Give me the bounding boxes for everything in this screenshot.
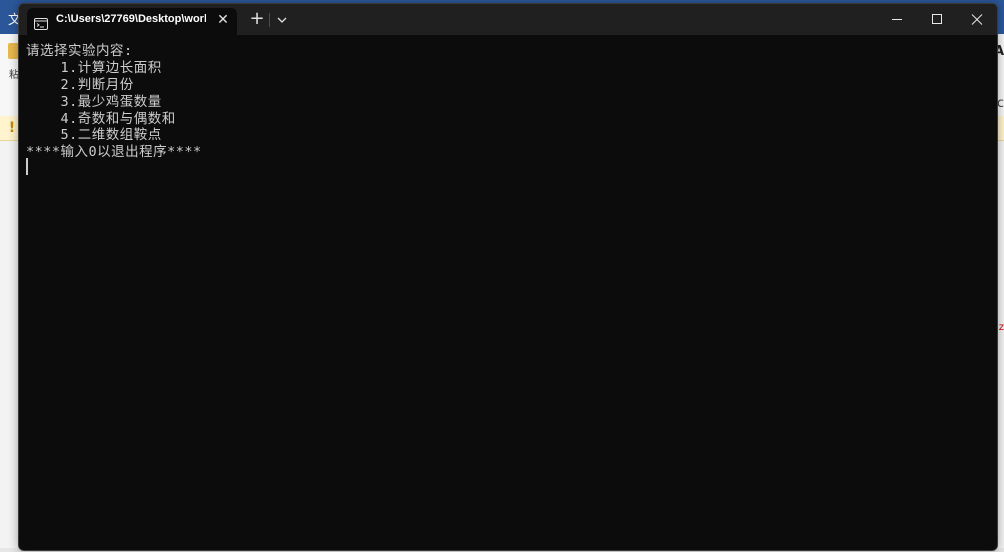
- terminal-window[interactable]: C:\Users\27769\Desktop\worl ✕ + 请选择实验内容:…: [18, 3, 998, 551]
- console-line-prompt: 请选择实验内容:: [26, 43, 133, 59]
- console-line-option-1: 1.计算边长面积: [26, 60, 162, 76]
- background-right-glyph-z: z: [998, 322, 1004, 333]
- console-line-option-5: 5.二维数组鞍点: [26, 127, 162, 143]
- console-output[interactable]: 请选择实验内容: 1.计算边长面积 2.判断月份 3.最少鸡蛋数量 4.奇数和与…: [19, 35, 997, 550]
- terminal-tab[interactable]: C:\Users\27769\Desktop\worl ✕: [27, 8, 237, 35]
- console-line-option-3: 3.最少鸡蛋数量: [26, 94, 162, 110]
- close-tab-icon[interactable]: ✕: [213, 10, 233, 30]
- minimize-button[interactable]: [877, 4, 917, 35]
- terminal-titlebar[interactable]: C:\Users\27769\Desktop\worl ✕ +: [19, 4, 997, 35]
- maximize-button[interactable]: [917, 4, 957, 35]
- console-line-option-2: 2.判断月份: [26, 77, 134, 93]
- close-window-button[interactable]: [957, 4, 997, 35]
- console-line-option-4: 4.奇数和与偶数和: [26, 111, 176, 127]
- chevron-down-icon[interactable]: [270, 8, 294, 32]
- tab-title: C:\Users\27769\Desktop\worl: [56, 13, 206, 25]
- text-cursor: [26, 158, 28, 175]
- new-tab-button[interactable]: +: [245, 8, 269, 32]
- terminal-icon: [34, 15, 48, 30]
- console-line-exit-hint: ****输入0以退出程序****: [26, 144, 202, 160]
